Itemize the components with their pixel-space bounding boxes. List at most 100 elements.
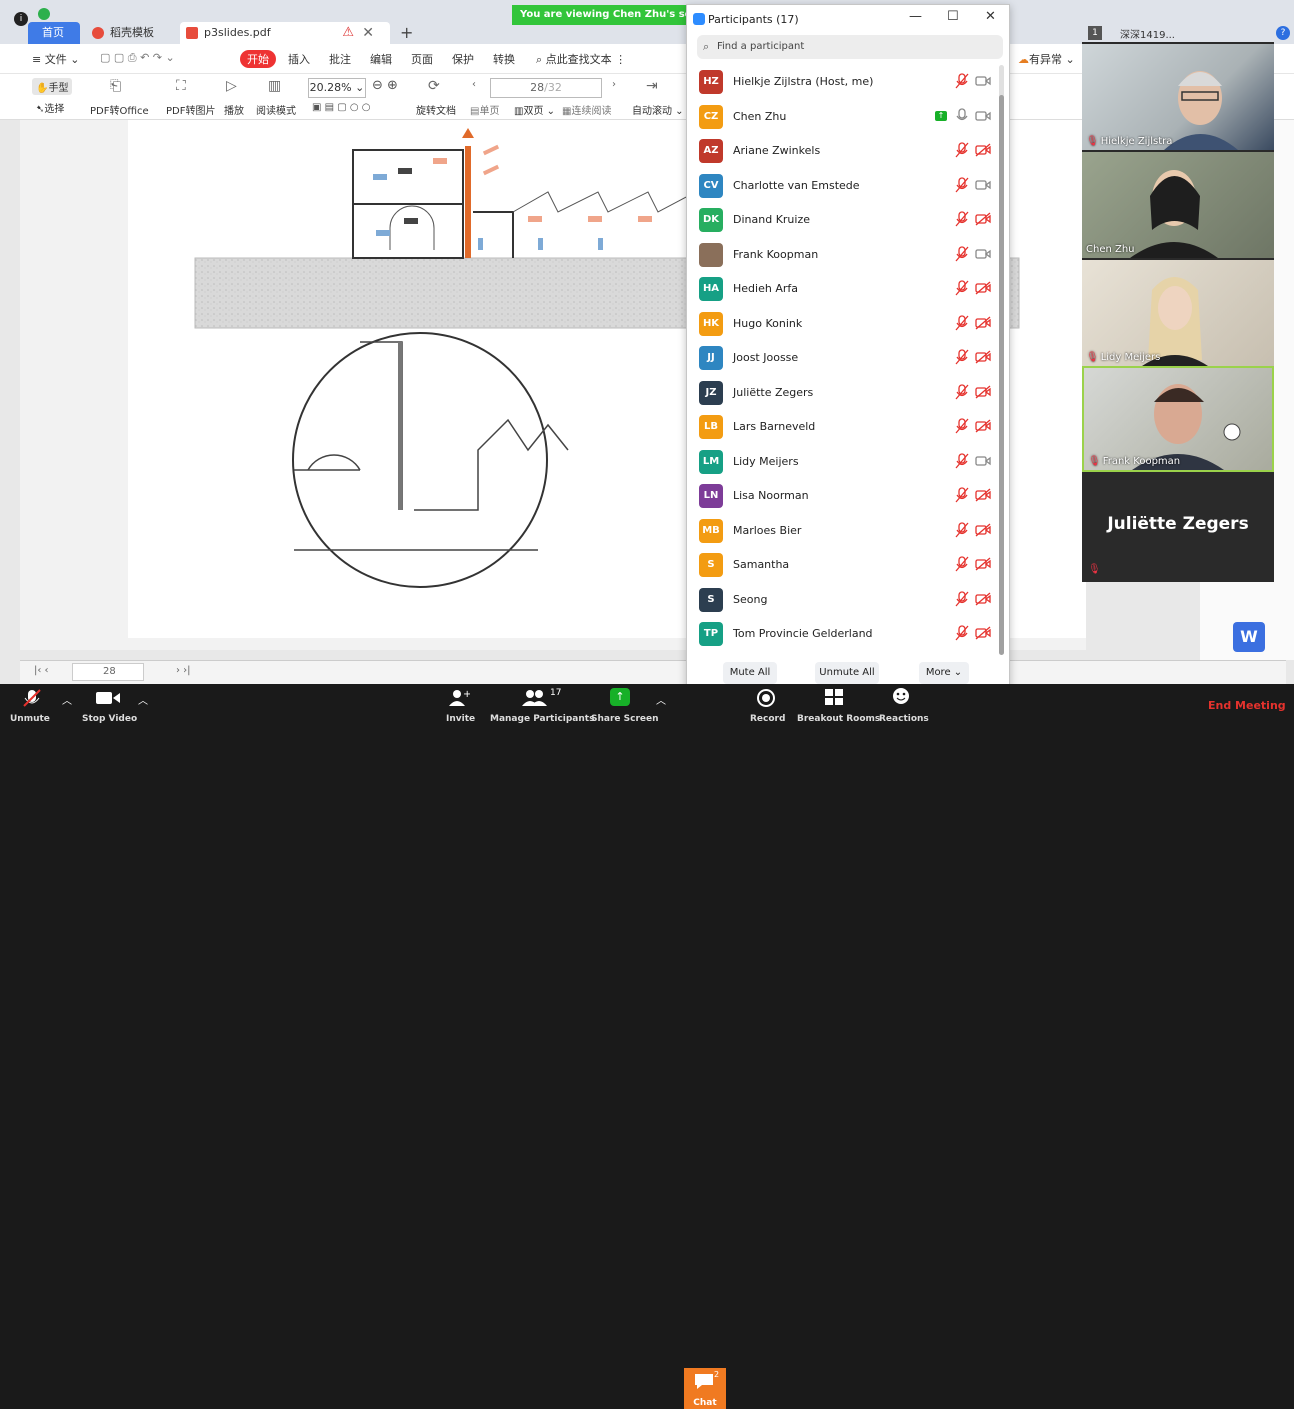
unmute-all-button[interactable]: Unmute All [815, 662, 879, 684]
video-off-icon[interactable] [975, 316, 991, 330]
tab-home[interactable]: 首页 [28, 22, 80, 44]
page-view-icons[interactable]: ▣ ▤ ▢ ○ ○ [312, 102, 371, 113]
unmute-button[interactable]: Unmute [10, 714, 50, 724]
footer-nav-icons[interactable]: |‹ ‹ [34, 665, 49, 676]
menu-annotate[interactable]: 批注 [329, 51, 351, 67]
viewing-banner[interactable]: You are viewing Chen Zhu's screen [512, 5, 686, 25]
video-tile[interactable]: Chen Zhu [1082, 152, 1274, 258]
mic-muted-icon[interactable] [955, 521, 969, 538]
footer-page-input[interactable]: 28 [72, 663, 144, 681]
menu-edit[interactable]: 编辑 [370, 51, 392, 67]
participant-row[interactable]: S Samantha [687, 548, 1003, 582]
rotate-button[interactable]: 旋转文档 [416, 102, 456, 117]
participant-row[interactable]: S Seong [687, 583, 1003, 617]
participant-row[interactable]: MB Marloes Bier [687, 514, 1003, 548]
manage-participants-button[interactable]: Manage Participants [490, 714, 594, 724]
participant-search-input[interactable]: ⌕ Find a participant [697, 35, 1003, 59]
zoom-select[interactable]: 20.28% ⌄ [308, 78, 366, 98]
mic-muted-icon[interactable] [955, 280, 969, 296]
participant-row[interactable]: DK Dinand Kruize [687, 203, 1003, 237]
mute-all-button[interactable]: Mute All [723, 662, 777, 684]
breakout-rooms-button[interactable]: Breakout Rooms [797, 714, 880, 724]
minimize-icon[interactable]: — [909, 9, 922, 24]
chat-button[interactable]: 2 Chat [684, 1368, 726, 1409]
wps-user-icon[interactable] [38, 8, 50, 20]
video-tile[interactable]: 🎙 Lidy Meijers [1082, 260, 1274, 366]
find-text[interactable]: ⌕ 点此查找文本 ⋮ [536, 51, 626, 67]
video-off-icon[interactable] [975, 385, 991, 399]
participant-row[interactable]: JJ Joost Joosse [687, 341, 1003, 375]
menu-start[interactable]: 开始 [240, 50, 276, 68]
mic-muted-icon[interactable] [955, 625, 969, 641]
video-off-icon[interactable] [975, 212, 991, 226]
last-page-icon[interactable]: ⇥ [646, 78, 658, 94]
pdf-to-image[interactable]: PDF转图片 [166, 102, 215, 117]
end-meeting-button[interactable]: End Meeting [1208, 699, 1286, 712]
account-icon[interactable]: 1 [1088, 26, 1102, 40]
invite-button[interactable]: Invite [446, 714, 475, 724]
mic-muted-icon[interactable] [955, 314, 969, 331]
list-scroll-thumb[interactable] [999, 95, 1004, 655]
zoom-icons[interactable]: ⊖ ⊕ [372, 78, 398, 93]
hand-tool[interactable]: ✋手型 [32, 78, 73, 95]
tab-document[interactable]: p3slides.pdf ⚠ ✕ [180, 22, 390, 44]
participant-row[interactable]: LN Lisa Noorman [687, 479, 1003, 513]
video-off-icon[interactable] [975, 350, 991, 364]
zoom-info-icon[interactable]: i [14, 12, 28, 26]
new-tab-button[interactable]: + [400, 22, 413, 44]
mic-muted-icon[interactable] [955, 245, 969, 262]
video-off-icon[interactable] [975, 281, 991, 295]
participant-row[interactable]: HK Hugo Konink [687, 307, 1003, 341]
mic-muted-icon[interactable] [955, 349, 969, 365]
single-page-button[interactable]: ▤单页 [470, 102, 499, 117]
mic-muted-icon[interactable] [955, 383, 969, 400]
chevron-up-icon[interactable]: ︿ [138, 692, 148, 707]
double-page-button[interactable]: ▥双页 ⌄ [514, 102, 555, 117]
video-off-icon[interactable] [975, 488, 991, 502]
video-camera-icon[interactable] [975, 74, 991, 88]
prev-page-icon[interactable]: ‹ [472, 79, 476, 90]
share-screen-button[interactable]: Share Screen [591, 714, 659, 724]
help-icon[interactable]: ? [1276, 26, 1290, 40]
maximize-icon[interactable]: ☐ [947, 9, 959, 24]
video-camera-icon[interactable] [975, 454, 991, 468]
pdf-to-office[interactable]: PDF转Office [90, 102, 149, 117]
play-button[interactable]: 播放 [224, 102, 244, 117]
mic-muted-icon[interactable] [955, 176, 969, 193]
chevron-up-icon[interactable]: ︿ [62, 692, 72, 707]
reactions-button[interactable]: Reactions [879, 714, 929, 724]
video-camera-icon[interactable] [975, 109, 991, 123]
mic-muted-icon[interactable] [955, 452, 969, 469]
next-page-icon[interactable]: › [612, 79, 616, 90]
auto-scroll-button[interactable]: 自动滚动 ⌄ [632, 102, 684, 117]
mic-muted-icon[interactable] [955, 487, 969, 503]
chevron-up-icon[interactable]: ︿ [656, 692, 666, 707]
participant-row[interactable]: HA Hedieh Arfa [687, 272, 1003, 306]
video-tile-active[interactable]: 🎙 Frank Koopman [1082, 366, 1274, 472]
video-off-icon[interactable] [975, 523, 991, 537]
page-number-input[interactable]: 28/32 [490, 78, 602, 98]
continuous-read-button[interactable]: ▦连续阅读 [562, 102, 611, 117]
video-off-icon[interactable] [975, 592, 991, 606]
menu-file[interactable]: ≡ 文件 ⌄ [32, 51, 79, 67]
participant-row[interactable]: Frank Koopman [687, 238, 1003, 272]
video-off-icon[interactable] [975, 419, 991, 433]
footer-next-icons[interactable]: › ›| [176, 665, 191, 676]
quick-tools-icon[interactable]: ▢ ▢ ⎙ ↶ ↷ ⌄ [100, 51, 175, 65]
select-tool[interactable]: ➷选择 [36, 100, 64, 115]
participant-row[interactable]: AZ Ariane Zwinkels [687, 134, 1003, 168]
read-mode-button[interactable]: 阅读模式 [256, 102, 296, 117]
wps-logo-icon[interactable]: W [1233, 622, 1265, 652]
menu-insert[interactable]: 插入 [288, 51, 310, 67]
close-tab-icon[interactable]: ✕ [362, 22, 374, 44]
abnormal-status[interactable]: ☁有异常 ⌄ [1018, 51, 1075, 67]
mic-muted-icon[interactable] [955, 142, 969, 158]
record-button[interactable]: Record [750, 714, 785, 724]
participant-row[interactable]: CZ Chen Zhu ↑ [687, 100, 1003, 134]
mic-muted-icon[interactable] [955, 590, 969, 607]
menu-protect[interactable]: 保护 [452, 51, 474, 67]
stop-video-button[interactable]: Stop Video [82, 714, 137, 724]
participant-row[interactable]: JZ Juliëtte Zegers [687, 376, 1003, 410]
menu-convert[interactable]: 转换 [493, 51, 515, 67]
participant-row[interactable]: LB Lars Barneveld [687, 410, 1003, 444]
